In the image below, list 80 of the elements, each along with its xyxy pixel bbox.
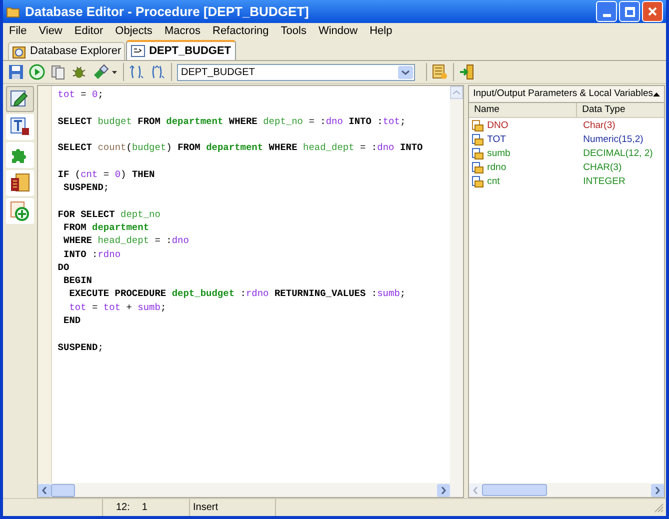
code-line: WHERE head_dept = :dno [62,235,189,246]
code-line: SELECT count(budget) FROM department WHERE head_dept = :dno INTO [58,142,423,154]
code-line: SELECT budget FROM department WHERE dept_no = :dno INTO :tot; [58,116,406,127]
procedure-icon [131,45,146,57]
code-line: tot = tot + sumb; [68,302,166,313]
documents-icon[interactable] [50,64,66,80]
bug-icon[interactable] [71,64,87,80]
code-line: END [62,315,81,326]
clipboard-icon [9,172,31,194]
parameter-name[interactable]: rdno [487,160,506,176]
variable-icon [472,176,484,188]
close-icon [647,6,658,17]
minimize-button[interactable] [596,1,617,22]
side-tab[interactable] [6,198,34,224]
scroll-thumb[interactable] [482,484,548,496]
collapse-arrow-icon[interactable] [653,92,660,96]
side-tab[interactable] [6,114,34,140]
horizontal-scrollbar[interactable] [469,483,664,497]
window-title: Database Editor - Procedure [DEPT_BUDGET] [25,2,309,21]
tab[interactable]: Database Explorer [8,42,126,60]
maximize-button[interactable] [619,1,640,22]
scroll-right-icon[interactable] [441,486,446,494]
horizontal-scrollbar[interactable] [38,483,464,497]
save-icon[interactable] [8,64,24,80]
folder-icon [6,6,20,18]
menu-item[interactable]: Tools [280,23,306,40]
parameter-name[interactable]: TOT [487,132,506,148]
parameter-name[interactable]: DNO [487,118,508,134]
variable-icon [472,148,484,160]
database-icon [12,44,26,58]
code-line: FROM department [62,222,150,233]
object-select[interactable]: DEPT_BUDGET [177,64,415,80]
resize-grip-icon[interactable] [654,502,664,512]
menu-item[interactable]: Window [318,23,358,40]
cursor-column: 1 [142,500,148,515]
variable-icon [472,162,484,174]
add-page-icon [9,200,31,222]
parameter-type: DECIMAL(12, 2) [582,146,653,161]
variable-icon [472,120,484,132]
parameter-type: CHAR(3) [582,160,622,175]
code-line: EXECUTE PROCEDURE dept_budget :rdno RETURNING_VALUES :sumb; [68,288,406,300]
menu-item[interactable]: Refactoring [212,23,269,40]
exit-icon[interactable] [459,64,475,80]
close-button[interactable] [642,1,663,22]
menu-item[interactable]: Help [370,23,392,40]
cursor-line: 12: [116,501,130,515]
menu-item[interactable]: View [38,23,62,40]
code-line: DO [58,262,70,273]
column-header[interactable]: Name [469,103,578,117]
parameter-type: Char(3) [582,118,616,133]
play-icon[interactable] [29,64,45,80]
side-tab[interactable] [6,142,34,168]
vertical-scrollbar[interactable] [450,86,464,483]
menu-item[interactable]: Editor [74,23,104,40]
parameter-name[interactable]: cnt [487,174,500,190]
parameter-type: INTEGER [582,174,626,189]
scroll-right-icon[interactable] [655,486,660,494]
code-line: INTO :rdno [62,248,121,260]
code-line: BEGIN [62,275,92,286]
code-editor[interactable] [36,85,464,498]
code-line: tot = 0; [58,89,104,100]
scroll-left-icon[interactable] [42,486,47,494]
column-header[interactable]: Data Type [577,103,664,117]
menu-item[interactable]: Macros [164,23,200,40]
menu-item[interactable]: File [9,23,27,40]
code-line: FOR SELECT dept_no [58,208,160,220]
side-tab[interactable] [6,170,34,196]
panel-title: Input/Output Parameters & Local Variables [473,86,653,101]
code-line: IF (cnt = 0) THEN [58,168,155,180]
menu-item[interactable]: Objects [115,23,152,40]
edit-mode: Insert [193,501,218,515]
parameter-type: Numeric(15,2) [582,132,644,147]
scroll-thumb[interactable] [50,484,75,496]
code-line: SUSPEND; [62,182,110,194]
side-tab[interactable] [6,86,34,112]
parameter-name[interactable]: sumb [487,146,510,162]
tab[interactable]: DEPT_BUDGET [126,40,236,60]
code-line: SUSPEND; [58,342,104,353]
text-icon [9,116,31,138]
variable-icon [472,134,484,146]
